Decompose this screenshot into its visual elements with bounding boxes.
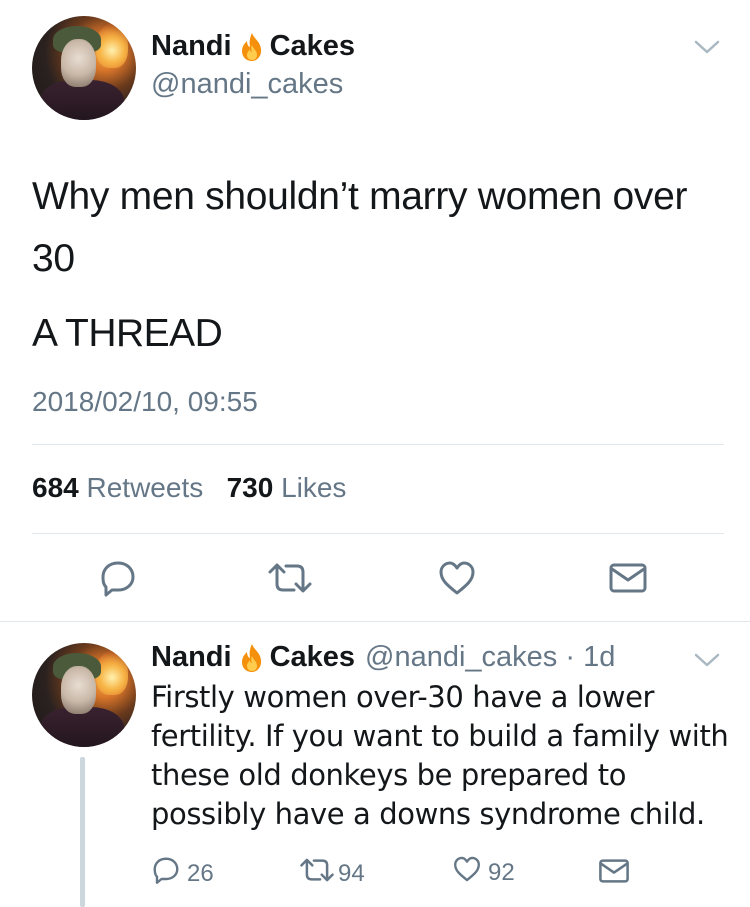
fire-icon [236,31,268,63]
reply-reply-button[interactable]: 26 [151,855,214,892]
fire-icon [236,642,268,674]
retweets-count[interactable]: 684 [32,472,79,503]
like-count: 92 [488,858,515,886]
author-name-first: Nandi [151,30,232,62]
reply-author-name[interactable]: Nandi Cakes [151,641,355,674]
envelope-icon [598,857,630,892]
reply-handle-time[interactable]: @nandi_cakes · 1d [365,641,615,674]
thread-connector-line [80,757,85,907]
author-handle[interactable]: @nandi_cakes [151,68,343,101]
reply-icon [151,855,181,892]
envelope-icon [608,561,648,595]
reply-author-name-last: Cakes [269,641,356,673]
retweet-button[interactable] [266,560,314,596]
heart-icon [452,855,482,890]
author-avatar[interactable] [32,16,136,120]
retweet-count: 94 [338,859,365,887]
divider [32,533,724,534]
reply-like-button[interactable]: 92 [452,855,515,890]
reply-author-avatar[interactable] [32,643,136,747]
likes-count[interactable]: 730 [227,472,274,503]
chevron-down-icon[interactable] [692,36,722,58]
heart-icon [437,559,477,597]
reply-button[interactable] [98,558,138,598]
tweet-timestamp: 2018/02/10, 09:55 [32,386,258,417]
retweet-icon [266,560,314,596]
divider [0,621,750,622]
reply-text: Firstly women over-30 have a lower ferti… [151,680,729,831]
reply-retweet-button[interactable]: 94 [298,856,365,891]
divider [32,444,724,445]
tweet-text-thread: A THREAD [32,312,223,355]
tweet-stats: 684 Retweets 730 Likes [32,472,346,504]
retweets-label[interactable]: Retweets [87,472,204,503]
likes-label[interactable]: Likes [281,472,346,503]
author-name-last: Cakes [269,30,356,62]
tweet-text: Why men shouldn’t marry women over 30 [32,175,688,280]
retweet-icon [298,856,336,891]
reply-author-name-first: Nandi [151,641,232,673]
reply-dm-button[interactable] [598,857,630,892]
share-dm-button[interactable] [608,561,648,595]
reply-header: Nandi Cakes @nandi_cakes · 1d [151,641,615,674]
reply-count: 26 [187,859,214,887]
author-name[interactable]: Nandi Cakes [151,30,355,63]
like-button[interactable] [437,559,477,597]
chevron-down-icon[interactable] [692,649,722,671]
reply-icon [98,558,138,598]
